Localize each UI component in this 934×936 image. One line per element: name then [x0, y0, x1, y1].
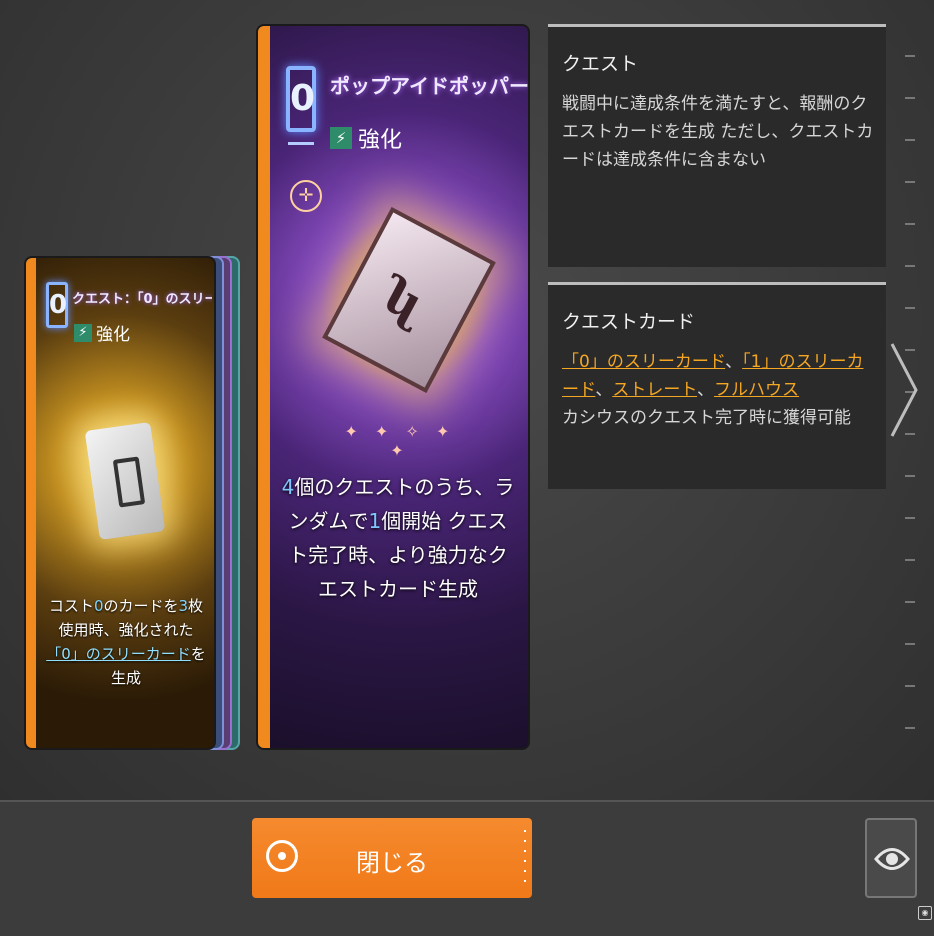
- panel-footer: カシウスのクエスト完了時に獲得可能: [562, 408, 851, 428]
- quest-card-info-panel: クエストカード 「0」のスリーカード、「1」のスリーカード、ストレート、フルハウ…: [548, 282, 886, 489]
- card-tag-label: 強化: [358, 128, 403, 153]
- card-edge: [26, 258, 36, 748]
- quest-info-panel: クエスト 戦闘中に達成条件を満たすと、報酬のクエストカードを生成 ただし、クエス…: [548, 24, 886, 267]
- close-button-label: 閉じる: [356, 849, 428, 877]
- sparkle-divider: ✦ ✦ ✧ ✦ ✦: [344, 422, 456, 460]
- chevron-right-icon[interactable]: [886, 340, 920, 440]
- card-name: ポップアイドポッパー: [330, 74, 529, 98]
- quest-card-small[interactable]: 0 クエスト：「0」のスリーカード ⚡ 強化 コスト0のカードを3枚使用時、強化…: [24, 256, 216, 750]
- cost-underline: [288, 142, 314, 145]
- card-tag-label: 強化: [96, 325, 130, 345]
- eye-icon: [874, 848, 910, 870]
- card-cost: 0: [46, 282, 68, 328]
- card-link[interactable]: ストレート: [612, 380, 697, 400]
- card-description: 4個のクエストのうち、ランダムで1個開始 クエスト完了時、より強力なクエストカー…: [281, 475, 515, 601]
- card-link[interactable]: フルハウス: [714, 380, 799, 400]
- card-cost: 0: [286, 66, 316, 132]
- button-decoration: [524, 830, 526, 890]
- card-name: クエスト：「0」のスリーカード: [72, 292, 212, 307]
- card-tag: ⚡ 強化: [74, 320, 130, 345]
- lightning-icon: ⚡: [330, 127, 352, 149]
- panel-body: 戦闘中に達成条件を満たすと、報酬のクエストカードを生成 ただし、クエストカードは…: [562, 94, 874, 170]
- main-card: 0 ポップアイドポッパー ⚡ 強化 ✛ ʯ ✦ ✦ ✧ ✦ ✦ 4個のクエストの…: [256, 24, 530, 750]
- card-edge: [258, 26, 270, 748]
- panel-title: クエストカード: [562, 311, 696, 333]
- crosshair-icon: ✛: [290, 180, 322, 212]
- panel-title: クエスト: [562, 53, 639, 75]
- small-card-stack[interactable]: 0 クエスト：「0」のスリーカード ⚡ 強化 コスト0のカードを3枚使用時、強化…: [24, 256, 240, 750]
- close-button[interactable]: 閉じる: [252, 818, 532, 898]
- eye-toggle-button[interactable]: [865, 818, 917, 898]
- record-icon: ◉: [918, 906, 932, 920]
- panel-body: 「0」のスリーカード、「1」のスリーカード、ストレート、フルハウス カシウスのクエ…: [562, 352, 864, 428]
- card-description: コスト0のカードを3枚使用時、強化された「0」のスリーカードを生成: [46, 597, 206, 687]
- lightning-icon: ⚡: [74, 323, 92, 342]
- card-tag: ⚡ 強化: [330, 122, 402, 154]
- card-keyword-link[interactable]: 「0」のスリーカード: [46, 645, 191, 663]
- card-link[interactable]: 「0」のスリーカード: [562, 352, 725, 372]
